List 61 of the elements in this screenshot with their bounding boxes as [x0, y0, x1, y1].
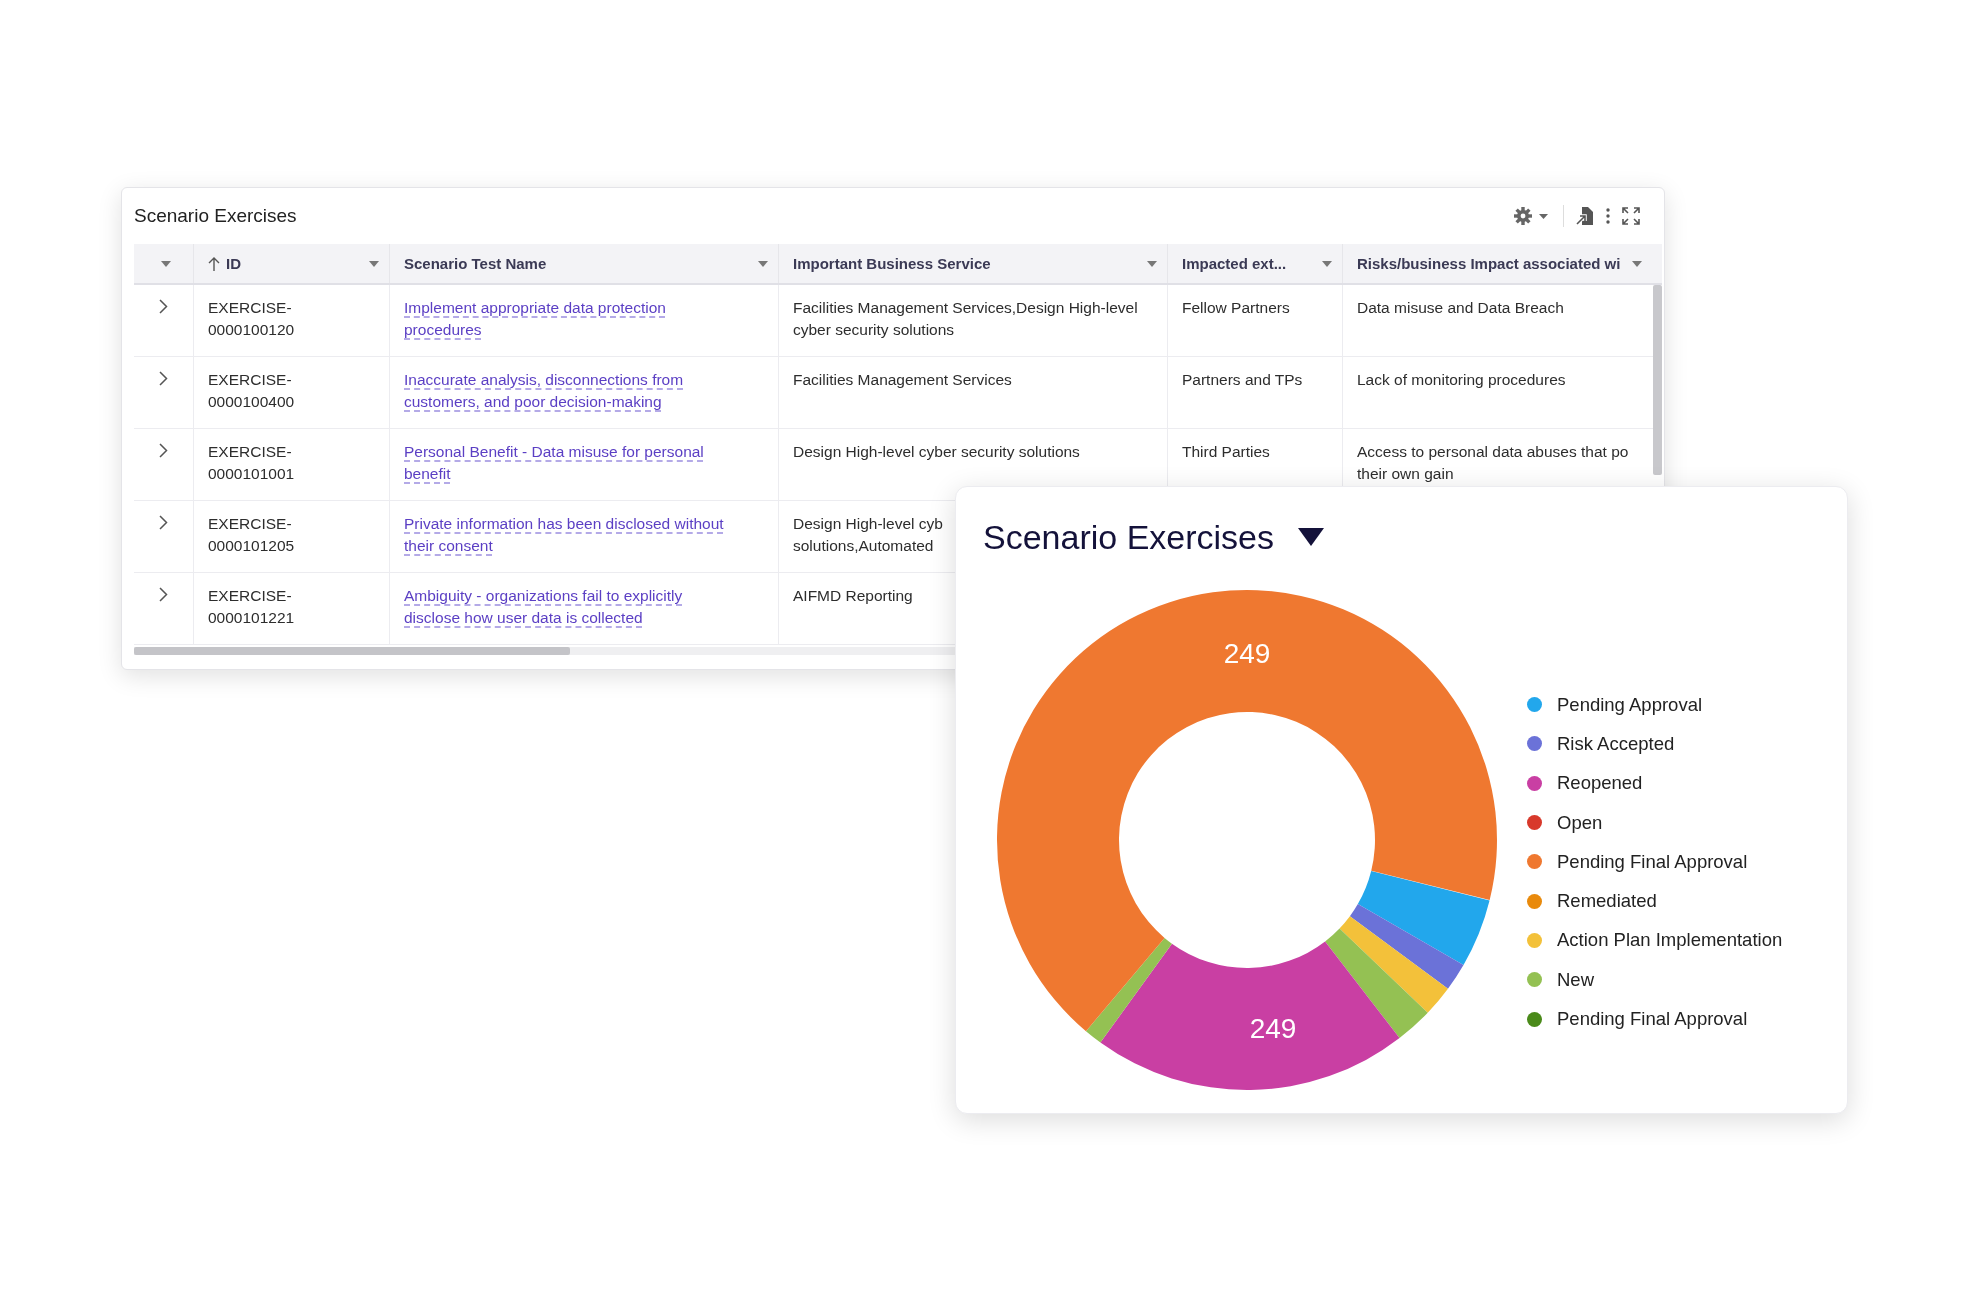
- table-cell-text: cyber security solutions: [793, 320, 955, 340]
- column-header[interactable]: Scenario Test Name: [404, 255, 752, 272]
- table-cell: EXERCISE-0000100400: [208, 371, 295, 410]
- legend-label: Remediated: [1557, 890, 1657, 913]
- table-cell: EXERCISE-0000100120: [208, 299, 295, 338]
- table-cell: EXERCISE-0000101205: [208, 515, 295, 554]
- caret-icon[interactable]: [758, 260, 768, 267]
- chevron-right-icon[interactable]: [159, 443, 168, 458]
- table-cell-text: their own gain: [1357, 464, 1454, 484]
- sort-arrow-icon[interactable]: [208, 256, 220, 271]
- slice-value-label: 249: [1223, 638, 1271, 669]
- column-header[interactable]: ID: [226, 255, 363, 272]
- legend-label: Action Plan Implementation: [1557, 929, 1783, 952]
- slice-value-label: 249: [1249, 1013, 1297, 1044]
- table-cell: Fellow Partners: [1182, 299, 1290, 316]
- scrollbar[interactable]: [134, 647, 570, 655]
- table-cell: Third Parties: [1182, 443, 1270, 460]
- settings-icon[interactable]: [1513, 206, 1551, 226]
- table-cell-text: Facilities Management Services: [793, 370, 1012, 390]
- table-cell-text: Design High-level cyb: [793, 514, 943, 534]
- table-cell: EXERCISE-0000101001: [208, 443, 295, 482]
- column-header[interactable]: Risks/business Impact associated wi: [1357, 255, 1626, 272]
- dropdown-triangle-icon[interactable]: [1298, 528, 1324, 546]
- chevron-right-icon[interactable]: [159, 587, 168, 602]
- caret-icon[interactable]: [1322, 260, 1332, 267]
- chart-title: Scenario Exercises: [983, 517, 1274, 557]
- scenario-link[interactable]: Inaccurate analysis, disconnections from customers, and poor decision-making: [404, 369, 739, 413]
- export-icon[interactable]: [1576, 206, 1594, 226]
- legend-label: Pending Approval: [1557, 693, 1703, 716]
- legend-label: Pending Final Approval: [1557, 1008, 1748, 1030]
- legend-label: Open: [1557, 811, 1603, 834]
- more-icon[interactable]: [1606, 208, 1610, 224]
- chevron-right-icon[interactable]: [159, 515, 168, 530]
- scenario-link[interactable]: Ambiguity - organizations fail to explicitly disclose how user data is collected: [404, 585, 739, 629]
- scenario-link[interactable]: Private information has been disclosed without their consent: [404, 513, 739, 557]
- caret-icon[interactable]: [1147, 260, 1157, 267]
- table-cell-text: Design High-level cyber security solutions: [793, 442, 1080, 462]
- table-cell-text: Lack of monitoring procedures: [1357, 370, 1566, 390]
- scenario-link[interactable]: Implement appropriate data protection procedures: [404, 297, 739, 341]
- scenario-link[interactable]: Personal Benefit - Data misuse for personal benefit: [404, 441, 739, 485]
- table-cell-text: Data misuse and Data Breach: [1357, 298, 1564, 318]
- column-header[interactable]: Important Business Service: [793, 255, 1141, 272]
- chevron-right-icon[interactable]: [159, 299, 168, 314]
- scrollbar[interactable]: [1653, 285, 1662, 475]
- table-cell: EXERCISE-0000101221: [208, 587, 295, 626]
- legend-label: New: [1557, 968, 1594, 991]
- legend-label: Reopened: [1557, 772, 1643, 795]
- panel-title: Scenario Exercises: [134, 205, 298, 227]
- legend-label: Risk Accepted: [1557, 732, 1675, 755]
- caret-icon[interactable]: [160, 260, 171, 267]
- table-cell-text: Access to personal data abuses that po: [1357, 442, 1629, 462]
- legend-label: Pending Final Approval: [1557, 850, 1748, 873]
- table-cell-text: AIFMD Reporting: [793, 586, 913, 606]
- expand-icon[interactable]: [1622, 207, 1640, 225]
- caret-icon[interactable]: [369, 260, 379, 267]
- chevron-right-icon[interactable]: [159, 371, 168, 386]
- column-header[interactable]: Impacted ext...: [1182, 255, 1316, 272]
- caret-icon[interactable]: [1632, 260, 1642, 267]
- table-cell-text: solutions,Automated: [793, 536, 934, 556]
- table-cell-text: Facilities Management Services,Design High-level: [793, 298, 1138, 318]
- table-cell: Partners and TPs: [1182, 371, 1303, 388]
